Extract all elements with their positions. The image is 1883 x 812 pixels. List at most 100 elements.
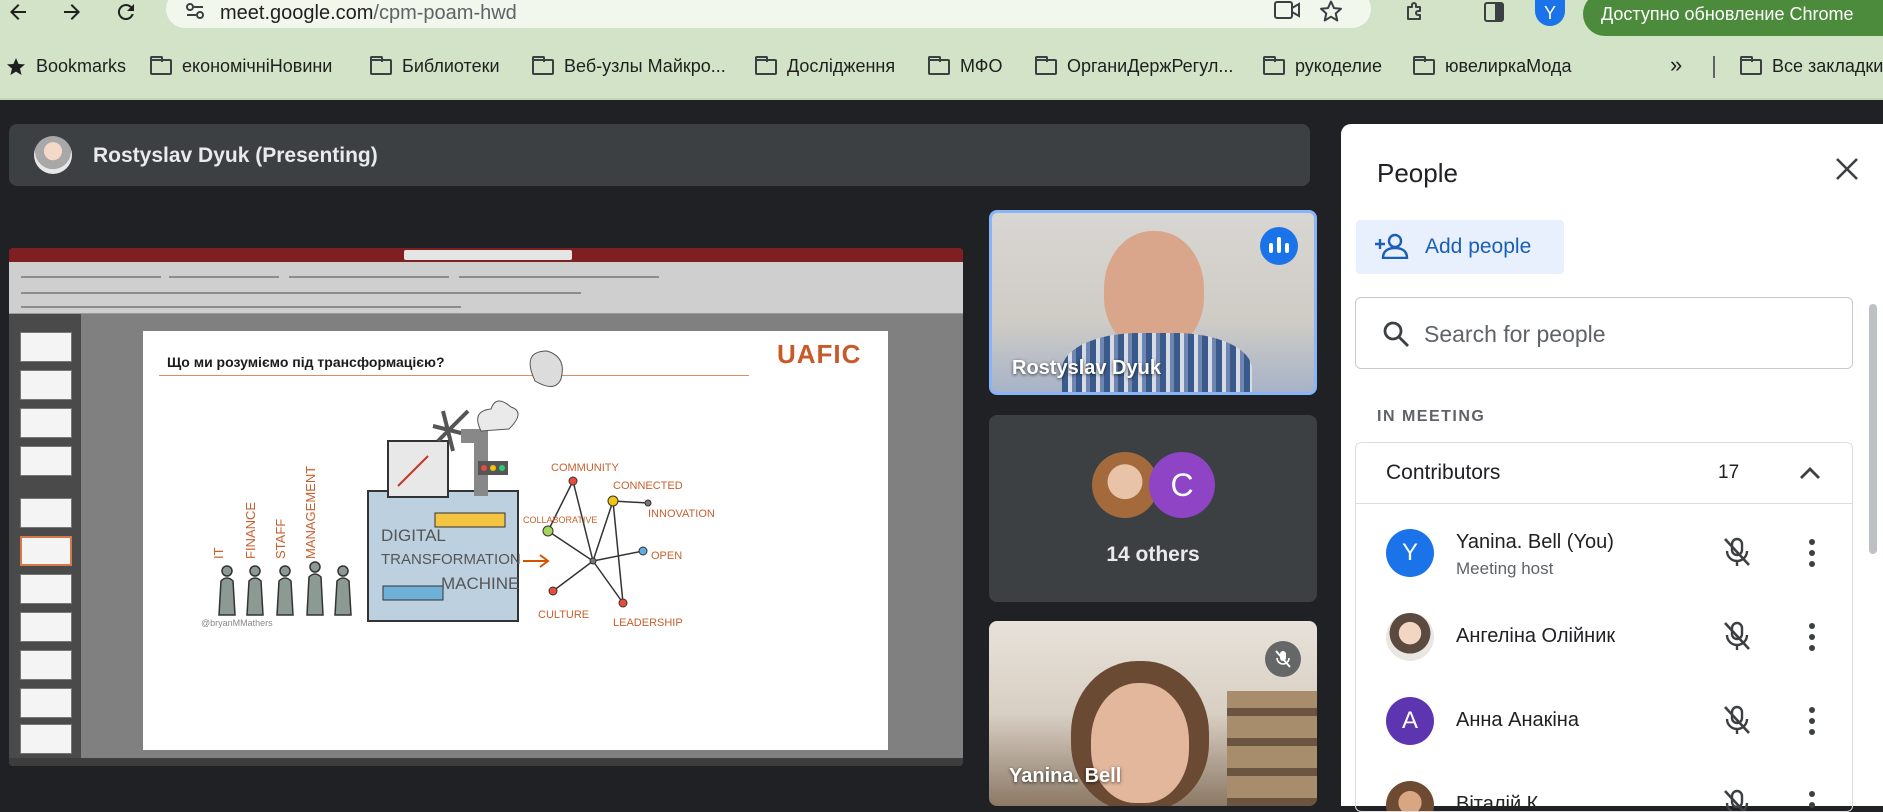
ribbon-group	[459, 276, 659, 278]
folder-icon	[1413, 55, 1435, 75]
bookmark-folder[interactable]: рукоделие	[1263, 55, 1382, 77]
participant-tile-speaker[interactable]: Rostyslav Dyuk	[989, 210, 1317, 395]
bookmarks-overflow-button[interactable]: »	[1670, 52, 1682, 78]
presenter-avatar	[34, 136, 72, 174]
label-finance: FINANCE	[243, 502, 258, 559]
search-icon	[1383, 321, 1409, 347]
chevron-up-icon[interactable]	[1794, 457, 1826, 489]
label-transformation: TRANSFORMATION	[381, 551, 521, 568]
add-people-button[interactable]: Add people	[1356, 220, 1564, 274]
bookmark-label: ювелиркаМода	[1445, 56, 1572, 76]
side-panel-icon[interactable]	[1479, 0, 1509, 26]
camera-in-use-icon[interactable]	[1274, 0, 1300, 22]
more-options-icon[interactable]	[1804, 789, 1820, 811]
bookmark-folder[interactable]: Дослідження	[755, 55, 895, 77]
url-text[interactable]: meet.google.com/cpm-poam-hwd	[220, 2, 517, 25]
avatar: А	[1386, 697, 1434, 745]
bookmark-folder[interactable]: економічніНовини	[150, 55, 333, 77]
close-icon	[1836, 158, 1858, 180]
powerpoint-search	[404, 250, 572, 260]
slide-thumbnail	[20, 408, 72, 438]
mic-off-icon[interactable]	[1720, 703, 1754, 737]
slide-thumbnails	[9, 314, 81, 758]
digital-transformation-illustration: IT FINANCE STAFF MANAGEMENT DIGITAL TRAN…	[201, 350, 715, 629]
bookmark-folder[interactable]: Библиотеки	[370, 55, 500, 77]
slide-thumbnail	[20, 446, 72, 476]
add-person-icon	[1375, 233, 1409, 259]
profile-avatar[interactable]: Y	[1535, 0, 1565, 26]
participant-row[interactable]: А Анна Анакіна	[1356, 679, 1852, 763]
bookmark-label: економічніНовини	[182, 56, 333, 76]
ribbon-group	[21, 292, 581, 294]
participant-name: Анна Анакіна	[1456, 709, 1579, 731]
participant-tile-others[interactable]: C 14 others	[989, 415, 1317, 602]
participant-row[interactable]: Віталій К...	[1356, 763, 1852, 812]
more-options-icon[interactable]	[1804, 705, 1820, 737]
participant-name: Ангеліна Олійник	[1456, 625, 1616, 647]
reload-button[interactable]	[112, 0, 140, 26]
bookmarks-menu[interactable]: Bookmarks	[6, 56, 126, 77]
panel-title: People	[1377, 158, 1458, 188]
powerpoint-statusbar	[9, 758, 963, 766]
bookmark-star-icon[interactable]	[1318, 0, 1344, 22]
avatar: Y	[1386, 529, 1434, 577]
folder-icon	[1263, 55, 1285, 75]
powerpoint-titlebar	[9, 248, 963, 262]
label-management: MANAGEMENT	[303, 466, 318, 559]
label-connected: CONNECTED	[613, 480, 683, 492]
label-digital: DIGITAL	[381, 526, 446, 545]
more-options-icon[interactable]	[1804, 621, 1820, 653]
bookmark-label: Библиотеки	[402, 56, 500, 76]
bookmark-folder[interactable]: Веб-узлы Майкро...	[532, 55, 726, 77]
people-search[interactable]	[1355, 297, 1853, 369]
bookmark-folder[interactable]: ОрганиДержРегул...	[1035, 55, 1234, 77]
close-panel-button[interactable]	[1829, 156, 1865, 192]
mic-off-icon	[1265, 641, 1301, 677]
bookmark-label: ОрганиДержРегул...	[1067, 56, 1234, 76]
bookmark-label: Все закладки	[1772, 56, 1883, 76]
machine-gauge	[387, 440, 449, 498]
toolbar-divider	[0, 98, 1883, 100]
site-settings-icon[interactable]	[184, 0, 206, 22]
participant-row[interactable]: Ангеліна Олійник	[1356, 595, 1852, 679]
label-community: COMMUNITY	[551, 462, 619, 474]
all-bookmarks-folder[interactable]: Все закладки	[1740, 55, 1883, 77]
panel-scrollbar[interactable]	[1869, 304, 1877, 554]
search-people-input[interactable]	[1424, 316, 1824, 352]
slide-thumbnail	[20, 574, 72, 604]
bookmark-label: рукоделие	[1295, 56, 1382, 76]
powerpoint-ribbon	[9, 262, 963, 314]
slide-thumbnail	[20, 612, 72, 642]
more-options-icon[interactable]	[1804, 537, 1820, 569]
label-leadership: LEADERSHIP	[613, 617, 683, 629]
add-people-label: Add people	[1425, 235, 1532, 258]
contributors-section: Contributors 17 Y Yanina. Bell (You) Mee…	[1355, 442, 1853, 812]
chrome-update-button[interactable]: Доступно обновление Chrome	[1583, 0, 1883, 36]
mic-off-icon[interactable]	[1720, 535, 1754, 569]
back-button[interactable]	[4, 0, 32, 26]
folder-icon	[532, 55, 554, 75]
bookmark-folder[interactable]: МФО	[928, 55, 1002, 77]
others-count-label: 14 others	[1106, 543, 1200, 566]
folder-icon	[928, 55, 950, 75]
label-machine: MACHINE	[441, 574, 519, 593]
contributors-count: 17	[1718, 462, 1740, 483]
forward-button[interactable]	[58, 0, 86, 26]
participant-name: Yanina. Bell (You)	[1456, 531, 1614, 553]
mic-off-icon[interactable]	[1720, 619, 1754, 653]
mic-off-icon[interactable]	[1720, 787, 1754, 812]
label-staff: STAFF	[273, 519, 288, 559]
address-bar[interactable]: meet.google.com/cpm-poam-hwd	[166, 0, 1371, 28]
participant-tile-self[interactable]: Yanina. Bell	[989, 621, 1317, 806]
arrow-shape	[523, 554, 550, 568]
contributors-header[interactable]: Contributors 17	[1356, 443, 1852, 504]
folder-icon	[1035, 55, 1057, 75]
url-host: meet.google.com	[220, 2, 374, 24]
extensions-icon[interactable]	[1400, 0, 1430, 26]
bookmarks-bar: Bookmarks економічніНовини Библиотеки Ве…	[0, 48, 1883, 84]
current-slide: Що ми розуміємо під трансформацією? UAFI…	[143, 331, 888, 750]
presenter-banner: Rostyslav Dyuk (Presenting)	[9, 124, 1310, 186]
participant-row[interactable]: Y Yanina. Bell (You) Meeting host	[1356, 511, 1852, 595]
bookmark-folder[interactable]: ювелиркаМода	[1413, 55, 1572, 77]
presenter-label: Rostyslav Dyuk (Presenting)	[93, 144, 378, 167]
